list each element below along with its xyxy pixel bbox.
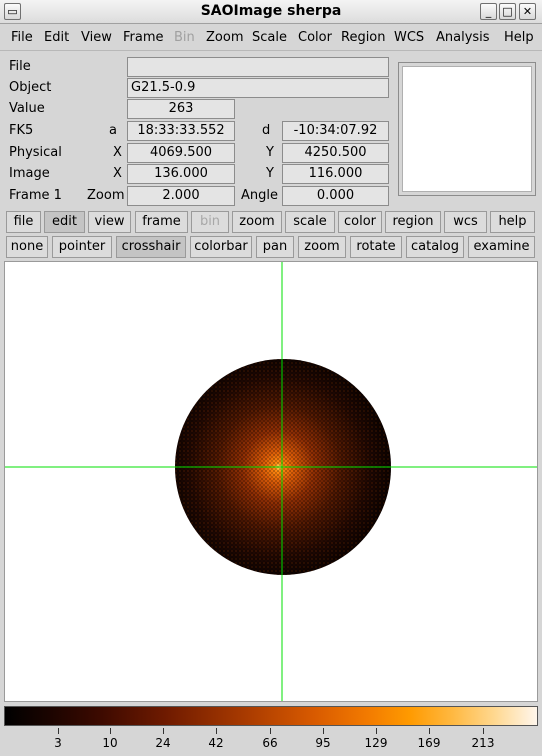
menu-bin[interactable]: Bin <box>174 30 195 45</box>
colorbar-tick <box>376 728 377 734</box>
colorbar-tick-label: 95 <box>315 736 331 750</box>
file-field <box>127 57 389 77</box>
btn-color[interactable]: color <box>338 211 382 233</box>
btn-frame[interactable]: frame <box>135 211 188 233</box>
menu-color[interactable]: Color <box>298 30 332 45</box>
menu-scale[interactable]: Scale <box>252 30 287 45</box>
object-field: G21.5-0.9 <box>127 78 389 98</box>
zoom-label: Zoom <box>87 188 125 203</box>
title-bar[interactable]: ▭ SAOImage sherpa _ □ ✕ <box>0 0 542 24</box>
fk5-label: FK5 <box>9 123 34 138</box>
close-icon[interactable]: ✕ <box>519 3 536 20</box>
btn-mode-examine[interactable]: examine <box>468 236 535 258</box>
physical-y-label: Y <box>266 145 274 160</box>
btn-mode-rotate[interactable]: rotate <box>350 236 402 258</box>
btn-bin[interactable]: bin <box>191 211 229 233</box>
btn-file[interactable]: file <box>6 211 41 233</box>
window-title: SAOImage sherpa <box>200 3 342 19</box>
button-bar-main: file edit view frame bin zoom scale colo… <box>0 210 542 235</box>
btn-region[interactable]: region <box>385 211 441 233</box>
btn-wcs[interactable]: wcs <box>444 211 487 233</box>
minimize-icon[interactable]: _ <box>480 3 497 20</box>
value-label: Value <box>9 101 45 116</box>
angle-label: Angle <box>241 188 278 203</box>
colorbar-tick <box>483 728 484 734</box>
panner-view[interactable] <box>402 66 532 192</box>
colorbar-tick <box>323 728 324 734</box>
colorbar-tick-label: 213 <box>471 736 495 750</box>
menu-region[interactable]: Region <box>341 30 386 45</box>
zoom-field: 2.000 <box>127 186 235 206</box>
fk5-a-field: 18:33:33.552 <box>127 121 235 141</box>
colorbar[interactable] <box>4 706 538 726</box>
physical-x-label: X <box>113 145 122 160</box>
colorbar-tick-label: 129 <box>364 736 388 750</box>
colorbar-tick-label: 24 <box>155 736 171 750</box>
fk5-d-field: -10:34:07.92 <box>282 121 389 141</box>
fk5-a-label: a <box>109 123 117 138</box>
physical-y-field: 4250.500 <box>282 143 389 163</box>
image-y-field: 116.000 <box>282 164 389 184</box>
colorbar-tick <box>429 728 430 734</box>
btn-mode-catalog[interactable]: catalog <box>406 236 464 258</box>
object-label: Object <box>9 80 52 95</box>
btn-mode-none[interactable]: none <box>6 236 48 258</box>
menu-zoom[interactable]: Zoom <box>206 30 243 45</box>
value-field: 263 <box>127 99 235 119</box>
colorbar-tick-label: 42 <box>208 736 224 750</box>
fk5-d-label: d <box>262 123 271 138</box>
btn-mode-crosshair[interactable]: crosshair <box>116 236 186 258</box>
colorbar-tick <box>110 728 111 734</box>
physical-x-field: 4069.500 <box>127 143 235 163</box>
colorbar-tick-label: 169 <box>417 736 441 750</box>
menu-wcs[interactable]: WCS <box>394 30 424 45</box>
btn-mode-colorbar[interactable]: colorbar <box>190 236 252 258</box>
file-label: File <box>9 59 31 74</box>
menu-edit[interactable]: Edit <box>44 30 69 45</box>
colorbar-ticks: 3 10 24 42 66 95 129 169 213 <box>4 728 538 750</box>
angle-field: 0.000 <box>282 186 389 206</box>
image-display[interactable] <box>4 261 538 702</box>
colorbar-tick <box>216 728 217 734</box>
menu-file[interactable]: File <box>11 30 33 45</box>
physical-label: Physical <box>9 145 62 160</box>
menu-analysis[interactable]: Analysis <box>436 30 490 45</box>
image-canvas[interactable] <box>5 262 538 702</box>
btn-view[interactable]: view <box>88 211 131 233</box>
image-label: Image <box>9 166 50 181</box>
menu-bar: File Edit View Frame Bin Zoom Scale Colo… <box>0 25 542 51</box>
colorbar-tick-label: 10 <box>102 736 118 750</box>
panner-panel[interactable] <box>398 62 536 196</box>
frame-label: Frame 1 <box>9 188 62 203</box>
btn-zoom[interactable]: zoom <box>232 211 282 233</box>
btn-scale[interactable]: scale <box>285 211 335 233</box>
info-panel: File Object G21.5-0.9 Value 263 FK5 a 18… <box>0 52 542 208</box>
image-x-field: 136.000 <box>127 164 235 184</box>
button-bar-edit-modes: none pointer crosshair colorbar pan zoom… <box>0 235 542 260</box>
maximize-icon[interactable]: □ <box>499 3 516 20</box>
colorbar-tick <box>270 728 271 734</box>
colorbar-tick <box>163 728 164 734</box>
btn-mode-pan[interactable]: pan <box>256 236 294 258</box>
btn-mode-pointer[interactable]: pointer <box>52 236 112 258</box>
menu-help[interactable]: Help <box>504 30 534 45</box>
colorbar-tick-label: 3 <box>54 736 62 750</box>
image-x-label: X <box>113 166 122 181</box>
image-y-label: Y <box>266 166 274 181</box>
btn-help[interactable]: help <box>490 211 535 233</box>
menu-view[interactable]: View <box>81 30 112 45</box>
btn-mode-zoom[interactable]: zoom <box>298 236 346 258</box>
menu-frame[interactable]: Frame <box>123 30 164 45</box>
colorbar-tick <box>58 728 59 734</box>
colorbar-tick-label: 66 <box>262 736 278 750</box>
btn-edit[interactable]: edit <box>44 211 85 233</box>
